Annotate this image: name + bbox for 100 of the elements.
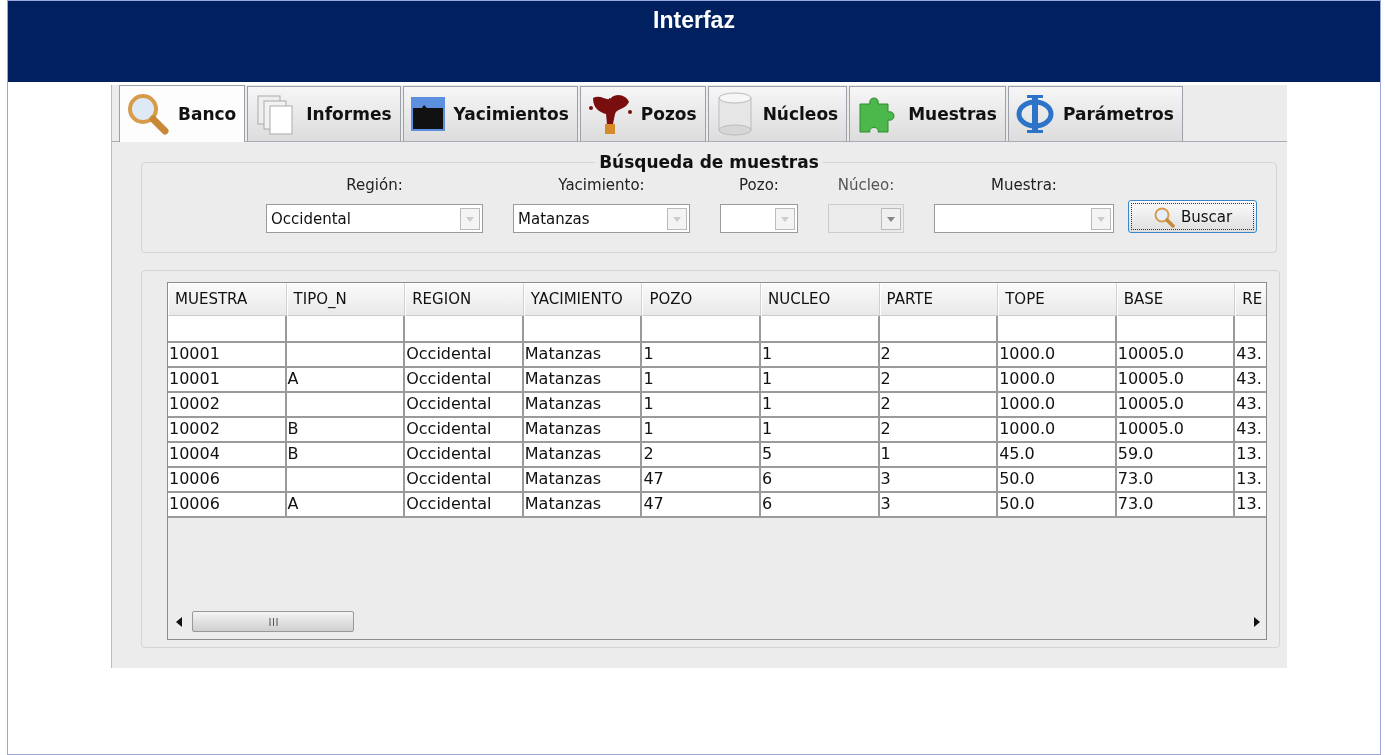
table-cell: Matanzas [523, 418, 643, 443]
filter-cell[interactable] [879, 316, 999, 343]
table-cell: 2 [642, 443, 761, 468]
table-cell: 1 [760, 418, 880, 443]
table-cell: 2 [879, 393, 999, 418]
table-cell: Matanzas [523, 343, 643, 368]
table-cell: 1000.0 [998, 343, 1117, 368]
table-cell: 10005.0 [1116, 418, 1236, 443]
table-cell: 1 [760, 343, 880, 368]
table-cell: 43. [1235, 418, 1266, 443]
table-cell: 1 [642, 343, 761, 368]
search-button[interactable]: Buscar [1128, 200, 1257, 233]
filter-cell[interactable] [998, 316, 1117, 343]
table-cell: 10006 [168, 493, 287, 518]
table-cell: 3 [879, 468, 999, 493]
table-cell: 10002 [168, 393, 287, 418]
table-cell: 50.0 [998, 493, 1117, 518]
table-cell: 10006 [168, 468, 287, 493]
column-header[interactable]: NUCLEO [760, 283, 880, 316]
table-cell: 1 [642, 393, 761, 418]
filter-cell[interactable] [1116, 316, 1236, 343]
filter-cell[interactable] [760, 316, 880, 343]
table-cell: Matanzas [523, 468, 643, 493]
table-cell: 1 [879, 443, 999, 468]
search-icon [1152, 205, 1175, 228]
tab[interactable]: Parámetros [1007, 86, 1183, 141]
scroll-right-icon[interactable] [1254, 616, 1260, 627]
column-header[interactable]: TIPO_N [286, 283, 406, 316]
table-cell: 3 [879, 493, 999, 518]
table-cell: Matanzas [523, 443, 643, 468]
tab[interactable]: Informes [247, 86, 401, 141]
filter-cell[interactable] [523, 316, 643, 343]
filter-cell[interactable] [405, 316, 524, 343]
phi-icon [1014, 92, 1055, 136]
tab[interactable]: Muestras [849, 86, 1006, 141]
tab[interactable]: Banco [119, 85, 246, 142]
magnifier-icon [126, 92, 170, 136]
table-cell: Matanzas [523, 393, 643, 418]
table-cell: 1000.0 [998, 368, 1117, 393]
table-cell: 2 [879, 368, 999, 393]
field-label: Región: [346, 176, 403, 194]
scrollbar-thumb[interactable] [192, 611, 354, 632]
table-cell: Occidental [405, 493, 524, 518]
group-title: Búsqueda de muestras [598, 152, 820, 172]
column-header[interactable]: BASE [1116, 283, 1236, 316]
table-cell: 6 [760, 468, 880, 493]
table-cell: 45.0 [998, 443, 1117, 468]
table-cell: A [286, 368, 406, 393]
table-cell: 1000.0 [998, 418, 1117, 443]
table-cell: 10005.0 [1116, 368, 1236, 393]
table-cell: 10001 [168, 343, 287, 368]
table-cell: 43. [1235, 343, 1266, 368]
column-header[interactable]: YACIMIENTO [523, 283, 643, 316]
table-cell: 43. [1235, 368, 1266, 393]
table-cell: Occidental [405, 443, 524, 468]
dropdown[interactable] [720, 204, 798, 233]
table-cell: Occidental [405, 468, 524, 493]
table-cell: 13. [1235, 468, 1266, 493]
filter-cell[interactable] [286, 316, 406, 343]
column-header[interactable]: PARTE [879, 283, 999, 316]
table-cell: 50.0 [998, 468, 1117, 493]
table-cell: 1 [760, 393, 880, 418]
field-label: Yacimiento: [558, 176, 645, 194]
table-cell: 59.0 [1116, 443, 1236, 468]
table-cell: 1 [760, 368, 880, 393]
field-label: Muestra: [991, 176, 1057, 194]
table-cell: Occidental [405, 343, 524, 368]
grip-icon [268, 617, 278, 626]
table-cell: 2 [879, 343, 999, 368]
table-cell: 1 [642, 368, 761, 393]
table-cell: 2 [879, 418, 999, 443]
tab[interactable]: Yacimientos [402, 86, 578, 141]
table-cell: 47 [642, 468, 761, 493]
dropdown[interactable] [934, 204, 1114, 233]
filter-cell[interactable] [642, 316, 761, 343]
table-cell: 43. [1235, 393, 1266, 418]
table-cell: Occidental [405, 368, 524, 393]
tab[interactable]: Núcleos [707, 86, 848, 141]
table-cell: B [286, 443, 406, 468]
table-cell: 47 [642, 493, 761, 518]
dropdown[interactable]: Occidental [266, 204, 483, 233]
dropdown[interactable]: Matanzas [513, 204, 690, 233]
column-header[interactable]: MUESTRA [168, 283, 287, 316]
page-title: Interfaz [653, 7, 735, 35]
column-header[interactable]: RE [1235, 283, 1266, 316]
filter-cell[interactable] [1235, 316, 1266, 343]
table-cell: B [286, 418, 406, 443]
scroll-left-icon[interactable] [176, 616, 182, 627]
table-cell: 5 [760, 443, 880, 468]
column-header[interactable]: TOPE [998, 283, 1117, 316]
column-header[interactable]: REGION [405, 283, 524, 316]
table-cell: Matanzas [523, 493, 643, 518]
table-cell: 13. [1235, 443, 1266, 468]
table-cell: 10002 [168, 418, 287, 443]
column-header[interactable]: POZO [642, 283, 761, 316]
field-label: Pozo: [739, 176, 779, 194]
filter-cell[interactable] [168, 316, 287, 343]
table-cell: 10005.0 [1116, 343, 1236, 368]
tab[interactable]: Pozos [579, 86, 706, 141]
table-cell: 10004 [168, 443, 287, 468]
